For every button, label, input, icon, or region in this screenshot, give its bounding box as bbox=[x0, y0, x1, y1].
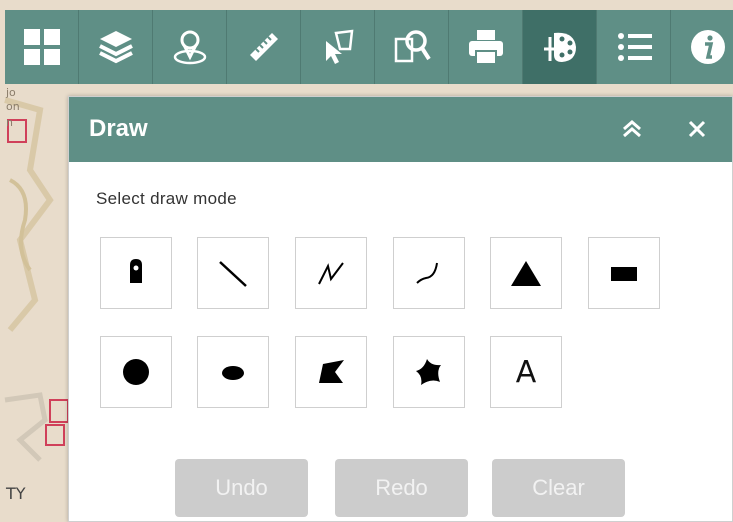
map-label: on bbox=[6, 100, 20, 113]
panel-header: Draw bbox=[69, 97, 732, 162]
draw-mode-point[interactable] bbox=[100, 237, 172, 309]
collapse-icon[interactable] bbox=[621, 117, 643, 144]
grid-icon bbox=[23, 29, 60, 65]
polyline-icon bbox=[318, 262, 344, 285]
text-icon: A bbox=[515, 354, 537, 390]
circle-icon bbox=[123, 359, 149, 385]
draw-button[interactable] bbox=[523, 10, 597, 84]
ruler-icon bbox=[249, 33, 278, 61]
draw-mode-freehand-polyline[interactable] bbox=[393, 237, 465, 309]
draw-mode-polygon[interactable] bbox=[295, 336, 367, 408]
panel-title: Draw bbox=[89, 115, 148, 142]
list-icon bbox=[617, 33, 652, 61]
draw-mode-prompt: Select draw mode bbox=[96, 189, 237, 208]
map-pin-icon bbox=[130, 259, 142, 283]
draw-mode-rectangle[interactable] bbox=[588, 237, 660, 309]
palette-icon bbox=[543, 32, 576, 62]
locate-button[interactable] bbox=[153, 10, 227, 84]
freehand-line-icon bbox=[416, 262, 438, 284]
info-icon bbox=[691, 30, 725, 64]
triangle-icon bbox=[511, 261, 541, 286]
legend-button[interactable] bbox=[597, 10, 671, 84]
print-button[interactable] bbox=[449, 10, 523, 84]
map-label: n bbox=[6, 116, 13, 129]
locate-pin-icon bbox=[173, 30, 206, 65]
printer-icon bbox=[468, 30, 503, 65]
rectangle-icon bbox=[611, 267, 637, 281]
layers-icon bbox=[98, 31, 133, 64]
basemap-gallery-button[interactable] bbox=[5, 10, 79, 84]
map-label: TY bbox=[6, 484, 26, 503]
clear-button[interactable]: Clear bbox=[492, 459, 625, 517]
map-label: jo bbox=[6, 86, 16, 99]
draw-mode-polyline[interactable] bbox=[295, 237, 367, 309]
ellipse-icon bbox=[222, 366, 244, 380]
widget-toolbar bbox=[5, 10, 733, 84]
draw-mode-triangle[interactable] bbox=[490, 237, 562, 309]
layer-list-button[interactable] bbox=[79, 10, 153, 84]
redo-button[interactable]: Redo bbox=[335, 459, 468, 517]
draw-mode-circle[interactable] bbox=[100, 336, 172, 408]
select-cursor-icon bbox=[325, 29, 353, 64]
draw-mode-freehand-polygon[interactable] bbox=[393, 336, 465, 408]
close-icon[interactable] bbox=[687, 119, 707, 144]
undo-button[interactable]: Undo bbox=[175, 459, 308, 517]
freehand-polygon-icon bbox=[416, 359, 441, 385]
draw-mode-line[interactable] bbox=[197, 237, 269, 309]
draw-panel: Draw Select draw mode A Undo Redo Clear bbox=[68, 96, 733, 522]
draw-mode-ellipse[interactable] bbox=[197, 336, 269, 408]
query-magnifier-icon bbox=[394, 30, 431, 63]
draw-mode-text[interactable]: A bbox=[490, 336, 562, 408]
polygon-icon bbox=[319, 360, 344, 383]
query-button[interactable] bbox=[375, 10, 449, 84]
about-button[interactable] bbox=[671, 10, 733, 84]
measurement-button[interactable] bbox=[227, 10, 301, 84]
line-icon bbox=[219, 261, 247, 287]
select-button[interactable] bbox=[301, 10, 375, 84]
